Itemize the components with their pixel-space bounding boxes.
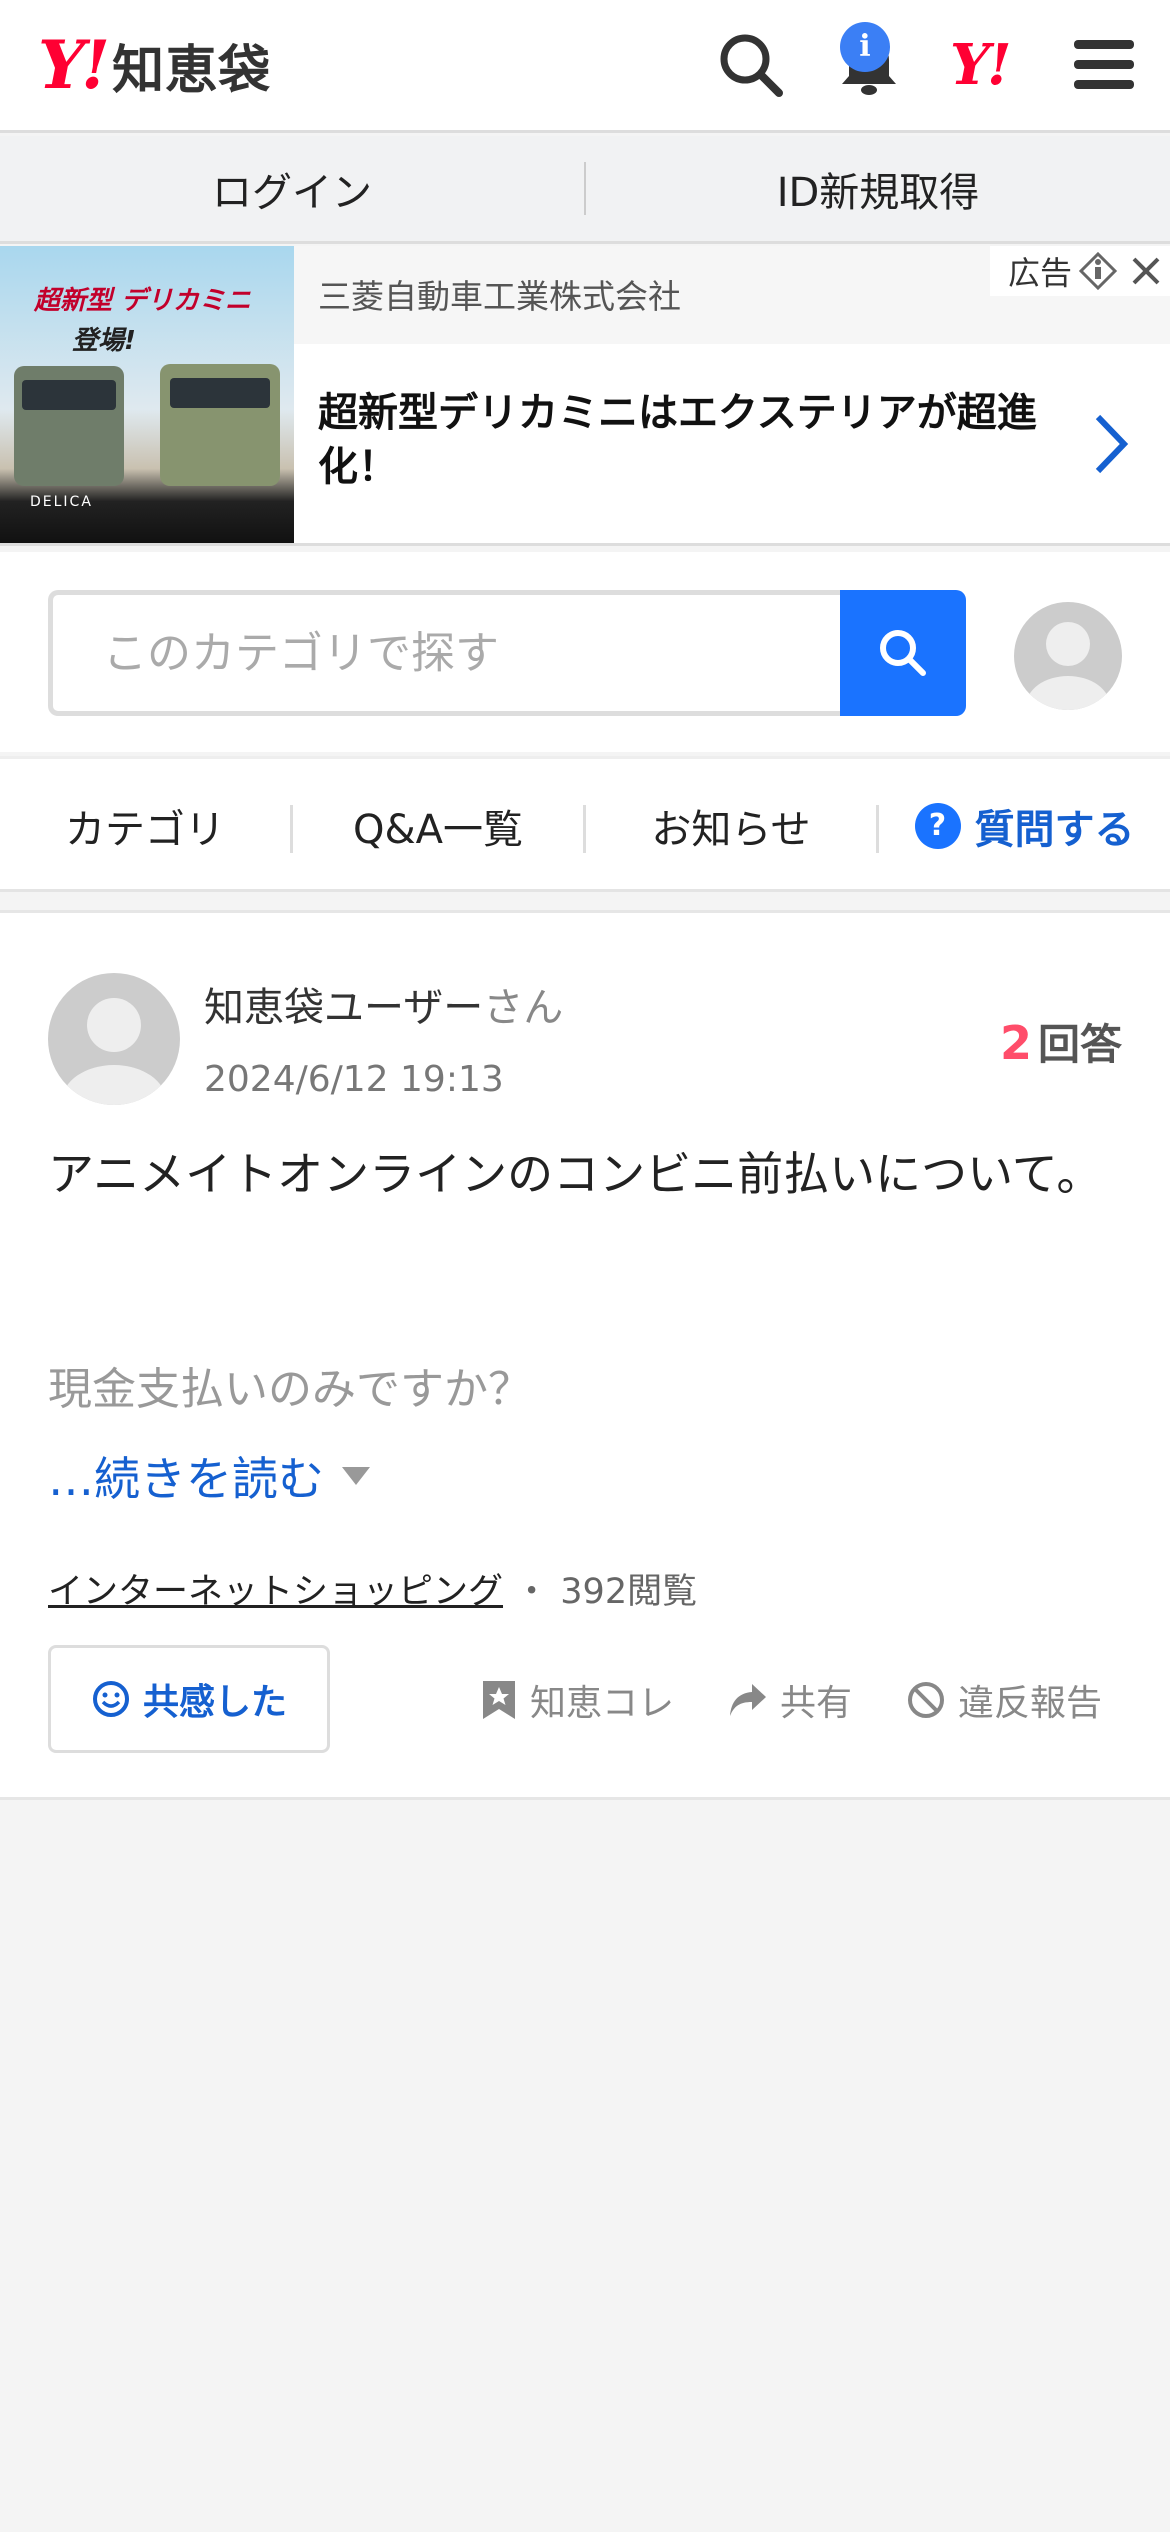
search-icon	[880, 630, 926, 676]
ad-image-subtitle: 登場!	[72, 326, 136, 356]
empathy-label: 共感した	[142, 1682, 287, 1723]
ad-label-text: 広告	[1008, 254, 1073, 292]
ad-headline[interactable]: 超新型デリカミニはエクステリアが超進化！	[318, 386, 1058, 494]
ad-image[interactable]: 超新型 デリカミニ 登場! DELICA	[0, 246, 294, 543]
bookmark-star-icon	[483, 1681, 515, 1719]
ad-car-window	[22, 380, 116, 410]
notification-badge: i	[840, 22, 890, 72]
signup-link[interactable]: ID新規取得	[586, 136, 1170, 241]
question-card: 知恵袋ユーザーさん 2024/6/12 19:13 2 回答 アニメイトオンライン…	[0, 910, 1170, 1800]
answer-count[interactable]: 2 回答	[1000, 1011, 1122, 1072]
ad-close-icon[interactable]	[1128, 253, 1164, 289]
page: Y! 知恵袋 i Y! ログイン ID新規取得 超新型 デリカミニ 登場! DE…	[0, 0, 1170, 2532]
view-count: 392閲覧	[560, 1572, 698, 1612]
ad-car-window	[170, 378, 270, 408]
report-label: 違反報告	[958, 1683, 1103, 1724]
search-button[interactable]	[840, 590, 966, 716]
search-box[interactable]	[48, 590, 841, 716]
ad-advertiser: 三菱自動車工業株式会社	[318, 277, 681, 316]
empathy-button[interactable]: 共感した	[48, 1645, 330, 1753]
smile-icon	[92, 1681, 129, 1717]
search-icon[interactable]	[716, 30, 786, 100]
yahoo-top-link-icon[interactable]: Y!	[950, 32, 1012, 98]
ad-image-brand: DELICA	[30, 494, 93, 510]
nav-category[interactable]: カテゴリ	[0, 759, 290, 892]
default-user-icon	[62, 998, 166, 1105]
answer-count-number: 2	[999, 1016, 1032, 1070]
read-more-label: …続きを読む	[48, 1452, 324, 1506]
ad-image-title: 超新型 デリカミニ	[34, 286, 252, 316]
caret-down-icon	[342, 1467, 370, 1485]
chiebukuro-logo[interactable]: Y! 知恵袋	[38, 26, 272, 104]
question-meta: インターネットショッピング ・ 392閲覧	[48, 1563, 697, 1614]
ad-choices-icon[interactable]	[1078, 251, 1118, 291]
chevron-right-icon[interactable]	[1084, 409, 1134, 479]
prohibited-icon	[908, 1682, 944, 1718]
question-date: 2024/6/12 19:13	[204, 1059, 504, 1100]
default-user-icon	[1026, 622, 1110, 710]
app-header: Y! 知恵袋 i Y!	[0, 0, 1170, 133]
questioner-name-text: 知恵袋ユーザー	[204, 985, 484, 1031]
question-body: 現金支払いのみですか？	[48, 1364, 532, 1415]
chiebukuro-logo-text: 知恵袋	[112, 40, 272, 101]
share-label: 共有	[780, 1683, 853, 1724]
nav-ask-label: 質問する	[974, 806, 1135, 853]
category-nav: カテゴリ Q&A一覧 お知らせ ? 質問する	[0, 756, 1170, 892]
hamburger-menu-icon[interactable]	[1072, 30, 1142, 100]
report-button[interactable]: 違反報告	[906, 1673, 1102, 1727]
question-title: アニメイトオンラインのコンビニ前払いについて。	[48, 1147, 1103, 1201]
ad-label[interactable]: 広告	[990, 246, 1170, 296]
login-link[interactable]: ログイン	[0, 136, 584, 241]
questioner-honorific: さん	[483, 985, 564, 1031]
nav-qa-list[interactable]: Q&A一覧	[293, 759, 583, 892]
category-link[interactable]: インターネットショッピング	[48, 1572, 503, 1612]
share-button[interactable]: 共有	[728, 1673, 852, 1727]
login-bar: ログイン ID新規取得	[0, 136, 1170, 244]
read-more-link[interactable]: …続きを読む	[48, 1443, 370, 1509]
save-chiecolle-label: 知恵コレ	[530, 1683, 675, 1724]
save-chiecolle-button[interactable]: 知恵コレ	[480, 1673, 674, 1727]
nav-news[interactable]: お知らせ	[586, 759, 876, 892]
nav-ask-question[interactable]: ? 質問する	[879, 759, 1170, 892]
answer-count-label: 回答	[1037, 1020, 1122, 1069]
ad-banner[interactable]: 超新型 デリカミニ 登場! DELICA 三菱自動車工業株式会社 広告 超新型デ…	[0, 246, 1170, 546]
search-input[interactable]	[53, 595, 841, 711]
question-icon: ?	[914, 802, 961, 849]
questioner-avatar	[48, 973, 180, 1105]
ad-body[interactable]: 超新型デリカミニはエクステリアが超進化！	[294, 344, 1170, 543]
meta-separator: ・	[503, 1572, 561, 1612]
questioner-name: 知恵袋ユーザーさん	[204, 975, 563, 1033]
yahoo-logo-mark: Y!	[38, 26, 110, 104]
user-avatar[interactable]	[1014, 602, 1122, 710]
share-arrow-icon	[730, 1684, 766, 1716]
search-row	[0, 552, 1170, 752]
